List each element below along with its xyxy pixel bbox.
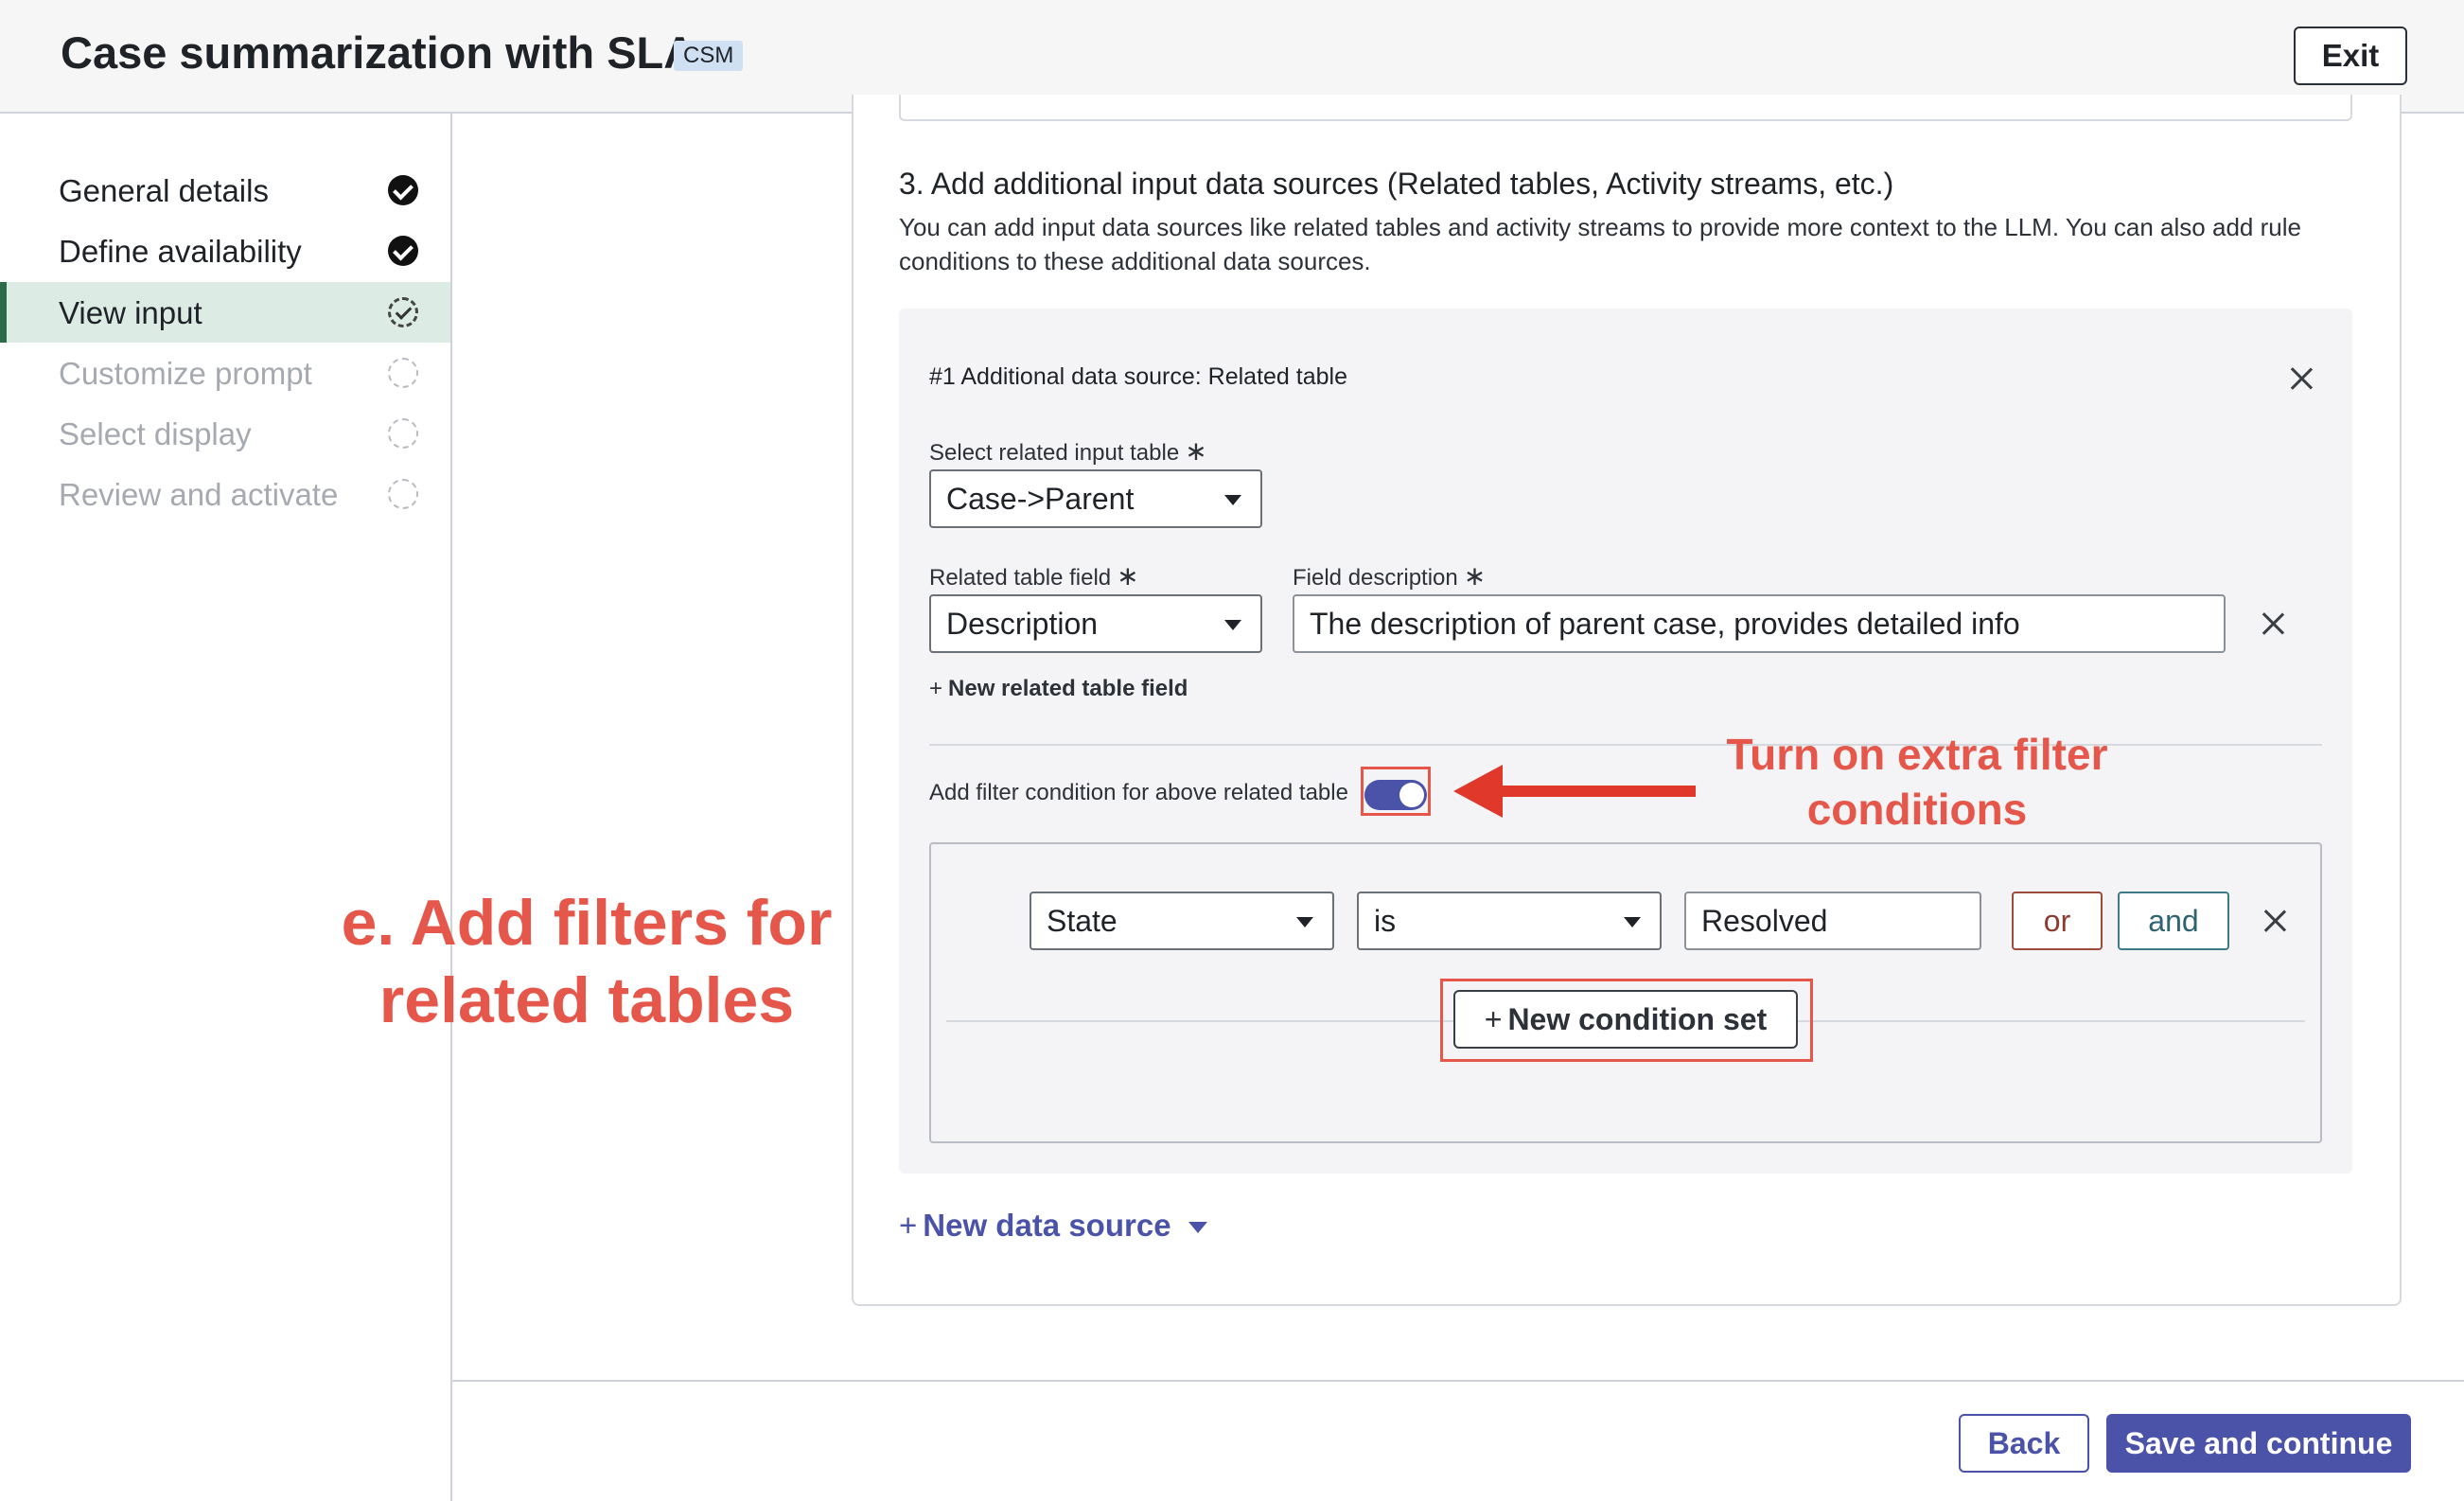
caret-down-icon — [1188, 1222, 1207, 1234]
data-source-title: #1 Additional data source: Related table — [929, 363, 1347, 390]
select-value: State — [1047, 904, 1118, 938]
plus-icon: + — [899, 1208, 918, 1243]
annotation-arrow-icon — [1453, 765, 1503, 818]
related-input-table-select[interactable]: Case->Parent — [929, 469, 1262, 528]
related-table-field-select[interactable]: Description — [929, 594, 1262, 653]
remove-condition-icon[interactable] — [2263, 909, 2286, 932]
section-description: You can add input data sources like rela… — [899, 213, 2301, 275]
select-value: Description — [946, 607, 1099, 641]
sidebar-item-label: Define availability — [59, 234, 302, 269]
remove-field-icon[interactable] — [2262, 612, 2284, 635]
plus-icon: + — [929, 676, 943, 701]
product-badge: CSM — [674, 41, 744, 71]
save-and-continue-button[interactable]: Save and continue — [2106, 1414, 2411, 1473]
sidebar-item-label: General details — [59, 173, 269, 208]
annotation-left-text: e. Add filters for related tables — [341, 887, 833, 1036]
back-button[interactable]: Back — [1959, 1414, 2089, 1473]
footer-divider — [452, 1380, 2464, 1382]
related-table-field-label: Related table field ∗ — [929, 560, 1139, 592]
sidebar-item-label: Review and activate — [59, 477, 339, 512]
field-description-label: Field description ∗ — [1293, 560, 1486, 592]
related-input-table-label: Select related input table ∗ — [929, 435, 1207, 467]
annotation-right-text: Turn on extra filter conditions — [1726, 730, 2108, 834]
select-value: Case->Parent — [946, 482, 1135, 516]
sidebar-item-customize-prompt: Customize prompt — [0, 343, 450, 403]
select-value: is — [1374, 904, 1397, 938]
close-icon[interactable] — [2290, 367, 2313, 390]
sidebar-item-view-input[interactable]: View input — [0, 282, 450, 343]
new-data-source-button[interactable]: + New data source — [899, 1208, 1207, 1244]
sidebar-item-label: Select display — [59, 416, 252, 451]
field-description-input[interactable]: The description of parent case, provides… — [1293, 594, 2226, 653]
sidebar-item-review-and-activate: Review and activate — [0, 464, 450, 524]
dashed-circle-icon — [388, 358, 418, 388]
sidebar-item-select-display: Select display — [0, 403, 450, 464]
condition-field-select[interactable]: State — [1030, 892, 1334, 950]
page-title: Case summarization with SLA — [61, 27, 696, 78]
annotation-arrow-shaft — [1493, 786, 1696, 797]
previous-field-edge — [899, 95, 2352, 121]
check-circle-icon — [388, 175, 418, 205]
sidebar-item-label: View input — [59, 295, 202, 330]
condition-value-input[interactable]: Resolved — [1684, 892, 1981, 950]
sidebar-item-general-details[interactable]: General details — [0, 160, 450, 221]
required-asterisk: ∗ — [1185, 436, 1207, 466]
in-progress-check-icon — [388, 297, 418, 327]
label-text: Select related input table — [929, 440, 1180, 466]
caret-down-icon — [1224, 495, 1241, 505]
caret-down-icon — [1224, 620, 1241, 630]
required-asterisk: ∗ — [1117, 561, 1139, 591]
link-label: New related table field — [948, 676, 1188, 701]
wizard-sidebar: General details Define availability View… — [0, 114, 452, 1501]
new-condition-highlight-box — [1440, 979, 1813, 1062]
condition-operator-select[interactable]: is — [1357, 892, 1662, 950]
and-button[interactable]: and — [2118, 892, 2229, 950]
toggle-highlight-box — [1361, 767, 1431, 816]
sidebar-item-define-availability[interactable]: Define availability — [0, 221, 450, 281]
label-text: Related table field — [929, 565, 1112, 591]
required-asterisk: ∗ — [1463, 561, 1487, 591]
dashed-circle-icon — [388, 418, 418, 449]
exit-button[interactable]: Exit — [2294, 26, 2407, 85]
filter-toggle-label: Add filter condition for above related t… — [929, 780, 1348, 805]
label-text: Field description — [1293, 565, 1458, 591]
caret-down-icon — [1296, 917, 1313, 927]
caret-down-icon — [1624, 917, 1641, 927]
check-circle-icon — [388, 236, 418, 266]
dashed-circle-icon — [388, 479, 418, 509]
new-related-table-field-link[interactable]: + New related table field — [929, 676, 1188, 702]
sidebar-item-label: Customize prompt — [59, 356, 312, 391]
or-button[interactable]: or — [2012, 892, 2103, 950]
section-title: 3. Add additional input data sources (Re… — [899, 167, 1894, 201]
button-label: New data source — [923, 1208, 1171, 1243]
